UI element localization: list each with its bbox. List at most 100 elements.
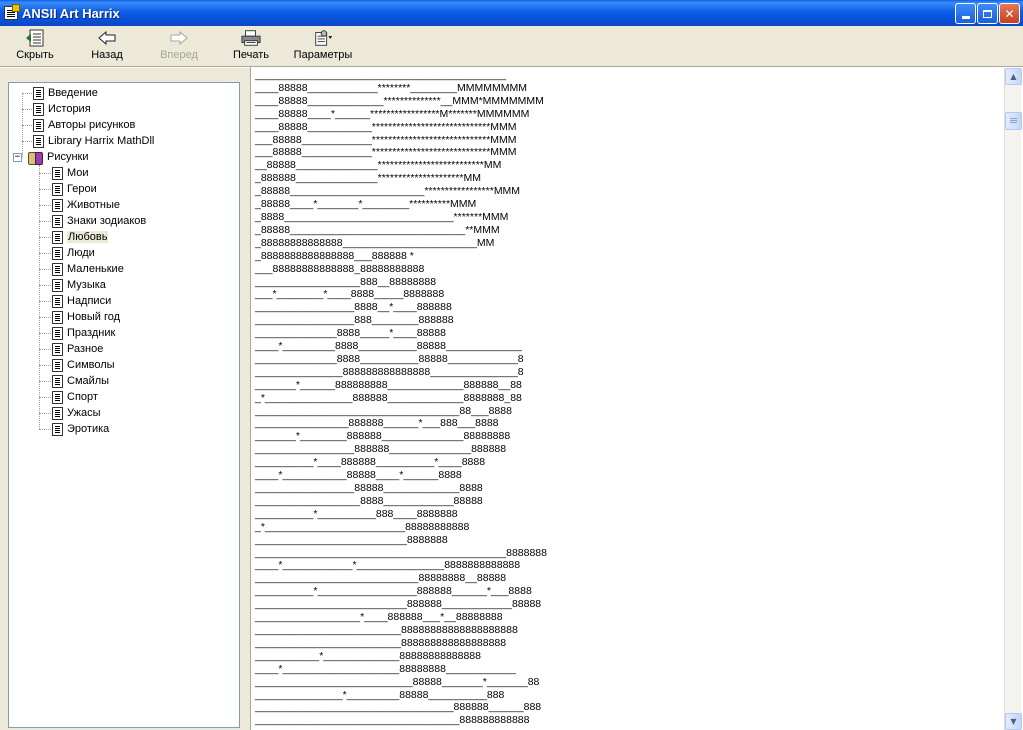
tree-item-child[interactable]: Герои xyxy=(52,181,97,197)
tree-line xyxy=(22,125,32,126)
tree-item-child[interactable]: Спорт xyxy=(52,389,98,405)
options-icon xyxy=(313,29,333,47)
tree-item-library[interactable]: Library Harrix MathDll xyxy=(33,133,154,149)
scroll-down-button[interactable]: ▼ xyxy=(1005,713,1022,730)
back-button[interactable]: Назад xyxy=(90,26,124,66)
tree-line xyxy=(39,381,51,382)
maximize-icon xyxy=(983,9,992,18)
tree-line xyxy=(39,237,51,238)
tree-line xyxy=(39,285,51,286)
hide-button[interactable]: Скрыть xyxy=(15,26,55,66)
tree-line xyxy=(39,301,51,302)
tree-item-label: Ужасы xyxy=(67,407,101,419)
tree-line xyxy=(39,349,51,350)
tree-item-child[interactable]: Маленькие xyxy=(52,261,124,277)
tree-item-label: Праздник xyxy=(67,327,116,339)
minimize-icon xyxy=(961,16,970,19)
document-icon xyxy=(52,374,63,388)
tree-item-label: Герои xyxy=(67,183,97,195)
tree-item-child[interactable]: Ужасы xyxy=(52,405,101,421)
close-button[interactable]: ✕ xyxy=(999,3,1020,24)
tree-item-label: Смайлы xyxy=(67,375,110,387)
options-label: Параметры xyxy=(293,49,353,61)
print-label: Печать xyxy=(232,49,270,61)
scroll-thumb[interactable] xyxy=(1005,112,1022,130)
tree-item-label: Надписи xyxy=(67,295,112,307)
tree-item-label: Введение xyxy=(48,87,98,99)
tree-line xyxy=(22,141,32,142)
forward-button[interactable]: Вперед xyxy=(160,26,198,66)
tree-item-child[interactable]: Смайлы xyxy=(52,373,109,389)
back-label: Назад xyxy=(91,49,123,61)
document-icon xyxy=(52,326,63,340)
tree-line xyxy=(39,189,51,190)
document-icon xyxy=(33,118,44,132)
pane-splitter[interactable] xyxy=(242,68,250,730)
title-bar: ANSII Art Harrix ✕ xyxy=(0,0,1023,26)
tree-line xyxy=(39,365,51,366)
tree-item-child[interactable]: Музыка xyxy=(52,277,106,293)
maximize-button[interactable] xyxy=(977,3,998,24)
scroll-down-icon: ▼ xyxy=(1010,717,1017,726)
tree-folder-label: Рисунки xyxy=(47,151,89,163)
tree-line xyxy=(39,205,51,206)
tree-item-intro[interactable]: Введение xyxy=(33,85,98,101)
document-icon xyxy=(52,246,63,260)
document-icon xyxy=(52,390,63,404)
minimize-button[interactable] xyxy=(955,3,976,24)
document-icon xyxy=(52,182,63,196)
scroll-up-button[interactable]: ▲ xyxy=(1005,68,1022,85)
document-icon xyxy=(52,214,63,228)
tree-item-child[interactable]: Праздник xyxy=(52,325,115,341)
tree-item-child-selected[interactable]: Любовь xyxy=(52,229,109,245)
back-arrow-icon xyxy=(97,29,117,47)
tree-item-label: Эротика xyxy=(67,423,110,435)
tree-line xyxy=(39,429,51,430)
tree-item-label: Маленькие xyxy=(67,263,124,275)
tree-item-child[interactable]: Символы xyxy=(52,357,115,373)
tree-line xyxy=(39,173,51,174)
open-book-icon xyxy=(28,151,43,165)
tree-line xyxy=(39,221,51,222)
document-icon xyxy=(52,278,63,292)
tree-line xyxy=(39,333,51,334)
options-button[interactable]: Параметры xyxy=(292,26,354,66)
tree-item-history[interactable]: История xyxy=(33,101,91,117)
tree-item-child[interactable]: Эротика xyxy=(52,421,109,437)
collapse-toggle-icon[interactable]: − xyxy=(13,152,22,162)
document-icon xyxy=(33,86,44,100)
tree-folder-pictures[interactable]: − Рисунки xyxy=(13,149,89,165)
tree-item-child[interactable]: Разное xyxy=(52,341,103,357)
document-icon xyxy=(52,342,63,356)
document-icon xyxy=(52,406,63,420)
vertical-scrollbar[interactable]: ▲ ▼ xyxy=(1004,68,1022,730)
document-icon xyxy=(52,358,63,372)
content-pane[interactable]: ________________________________________… xyxy=(250,66,1023,730)
toolbar: Скрыть Назад Вперед Печать Параметры xyxy=(0,26,1023,68)
print-button[interactable]: Печать xyxy=(232,26,270,66)
document-icon xyxy=(33,134,44,148)
tree-item-label: Любовь xyxy=(67,231,109,243)
document-icon xyxy=(52,166,63,180)
tree-item-child[interactable]: Мои xyxy=(52,165,89,181)
tree-item-child[interactable]: Люди xyxy=(52,245,95,261)
tree-item-label: Животные xyxy=(67,199,121,211)
tree-item-label: Знаки зодиаков xyxy=(67,215,147,227)
document-icon xyxy=(52,422,63,436)
tree-item-label: Авторы рисунков xyxy=(48,119,136,131)
tree-line xyxy=(22,109,32,110)
tree-item-child[interactable]: Знаки зодиаков xyxy=(52,213,146,229)
tree-item-child[interactable]: Надписи xyxy=(52,293,111,309)
tree-item-child[interactable]: Новый год xyxy=(52,309,120,325)
tree-item-child[interactable]: Животные xyxy=(52,197,120,213)
document-icon xyxy=(52,198,63,212)
tree-item-authors[interactable]: Авторы рисунков xyxy=(33,117,135,133)
document-icon xyxy=(52,262,63,276)
tree-item-label: Музыка xyxy=(67,279,106,291)
hide-label: Скрыть xyxy=(16,49,54,61)
hide-pane-icon xyxy=(25,29,45,47)
navigation-pane[interactable]: Введение История Авторы рисунков Library… xyxy=(8,82,240,728)
tree-item-label: Новый год xyxy=(67,311,121,323)
tree-line xyxy=(22,93,32,94)
app-icon xyxy=(4,4,20,20)
